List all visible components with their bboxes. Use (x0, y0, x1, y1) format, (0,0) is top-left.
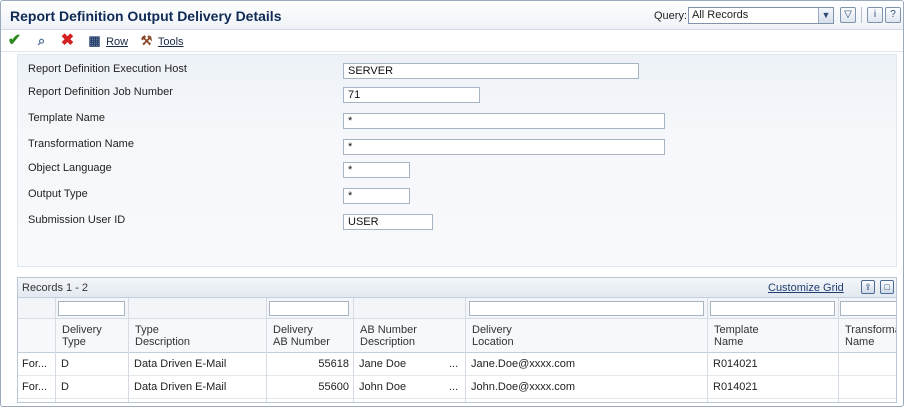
row-cell: For... (22, 381, 48, 393)
field-label: Template Name (28, 112, 106, 124)
row-cell: D (61, 358, 69, 370)
execution-host-field[interactable]: SERVER (343, 63, 639, 79)
column-header-template-name[interactable]: Template Name (707, 319, 838, 353)
job-number-field[interactable]: 71 (343, 87, 480, 103)
column-divider (353, 298, 354, 402)
field-label: Report Definition Job Number (28, 86, 173, 98)
row-cell (840, 353, 896, 376)
query-value: All Records (692, 9, 749, 21)
row-cell: 55618 (318, 358, 349, 370)
row-cell: For... (22, 358, 48, 370)
row-cell: R014021 (713, 358, 758, 370)
checkmark-icon: ✔ (7, 32, 22, 49)
row-cell-ellipsis[interactable]: ... (445, 353, 465, 376)
field-label: Report Definition Execution Host (28, 63, 187, 75)
tools-menu-button[interactable]: ⚒ Tools (138, 32, 184, 50)
query-label: Query: (654, 10, 688, 22)
row-cell: 55600 (318, 381, 349, 393)
application-window: Report Definition Output Delivery Detail… (0, 0, 904, 407)
column-header-delivery-location[interactable]: Delivery Location (465, 319, 707, 353)
tools-icon: ⚒ (140, 33, 153, 48)
find-button[interactable]: ⌕ (33, 32, 50, 50)
cancel-button[interactable]: ✖ (59, 32, 76, 50)
object-language-field[interactable]: * (343, 162, 410, 178)
column-divider (266, 298, 267, 402)
column-header-delivery-type[interactable]: Delivery Type (55, 319, 128, 353)
row-cell: John Doe (359, 381, 407, 393)
template-name-field[interactable]: * (343, 113, 665, 129)
customize-grid-link[interactable]: Customize Grid (768, 282, 844, 294)
column-header-ab-number[interactable]: Delivery AB Number (266, 319, 353, 353)
row-cell: John.Doe@xxxx.com (471, 381, 576, 393)
field-label: Object Language (28, 162, 112, 174)
row-menu-label: Row (106, 36, 129, 48)
grid-icon: ▦ (88, 33, 101, 48)
row-cell: Data Driven E-Mail (134, 358, 227, 370)
field-label: Output Type (28, 188, 88, 200)
header-form: Report Definition Execution Host SERVER … (17, 54, 897, 267)
row-cell: R014021 (713, 381, 758, 393)
qbe-ab-number[interactable] (269, 301, 349, 316)
transformation-name-field[interactable]: * (343, 139, 665, 155)
column-divider (55, 298, 56, 402)
table-row[interactable]: For... D Data Driven E-Mail 55618 Jane D… (18, 353, 896, 376)
column-header-select[interactable] (18, 319, 55, 353)
records-grid: Records 1 - 2 Customize Grid ⇪ □ Deliver… (17, 277, 897, 403)
column-header-ab-description[interactable]: AB Number Description (353, 319, 465, 353)
records-count: Records 1 - 2 (22, 282, 89, 294)
qbe-transformation-name[interactable] (840, 301, 896, 316)
row-cell-ellipsis[interactable]: ... (445, 376, 465, 399)
column-header-transformation-name[interactable]: Transforma Name (838, 319, 896, 353)
field-label: Transformation Name (28, 138, 134, 150)
column-header-row: Delivery Type Type Description Delivery … (18, 319, 896, 353)
output-type-field[interactable]: * (343, 188, 410, 204)
maximize-icon[interactable]: □ (880, 280, 894, 294)
qbe-row (18, 298, 896, 319)
column-header-type-description[interactable]: Type Description (128, 319, 266, 353)
magnifier-icon: ⌕ (37, 33, 46, 48)
column-divider (128, 298, 129, 402)
row-cell: Jane Doe (359, 358, 407, 370)
submission-user-field[interactable]: USER (343, 214, 433, 230)
help-icon[interactable]: ? (885, 7, 901, 23)
ok-button[interactable]: ✔ (6, 32, 23, 50)
grid-header-bar: Records 1 - 2 Customize Grid ⇪ □ (18, 278, 896, 298)
x-icon: ✖ (60, 32, 75, 49)
chevron-down-icon[interactable]: ▼ (818, 8, 833, 23)
column-divider (465, 298, 466, 402)
column-divider (838, 298, 839, 402)
toolbar: ✔ ⌕ ✖ ▦ Row ⚒ Tools (1, 30, 903, 52)
field-label: Submission User ID (28, 214, 126, 226)
row-cell: D (61, 381, 69, 393)
export-icon[interactable]: ⇪ (861, 280, 875, 294)
column-divider (707, 298, 708, 402)
title-bar: Report Definition Output Delivery Detail… (1, 1, 903, 30)
page-title: Report Definition Output Delivery Detail… (10, 8, 282, 24)
qbe-template-name[interactable] (710, 301, 835, 316)
separator (861, 7, 862, 23)
table-row[interactable]: For... D Data Driven E-Mail 55600 John D… (18, 376, 896, 399)
query-select[interactable]: All Records ▼ (688, 7, 834, 24)
row-cell: Data Driven E-Mail (134, 381, 227, 393)
row-cell (840, 376, 896, 399)
qbe-delivery-location[interactable] (469, 301, 704, 316)
row-cell: Jane.Doe@xxxx.com (471, 358, 576, 370)
row-menu-button[interactable]: ▦ Row (86, 32, 128, 50)
qbe-delivery-type[interactable] (58, 301, 125, 316)
info-icon[interactable]: i (867, 7, 883, 23)
tools-menu-label: Tools (157, 36, 184, 48)
filter-icon[interactable]: ▽ (840, 7, 856, 23)
